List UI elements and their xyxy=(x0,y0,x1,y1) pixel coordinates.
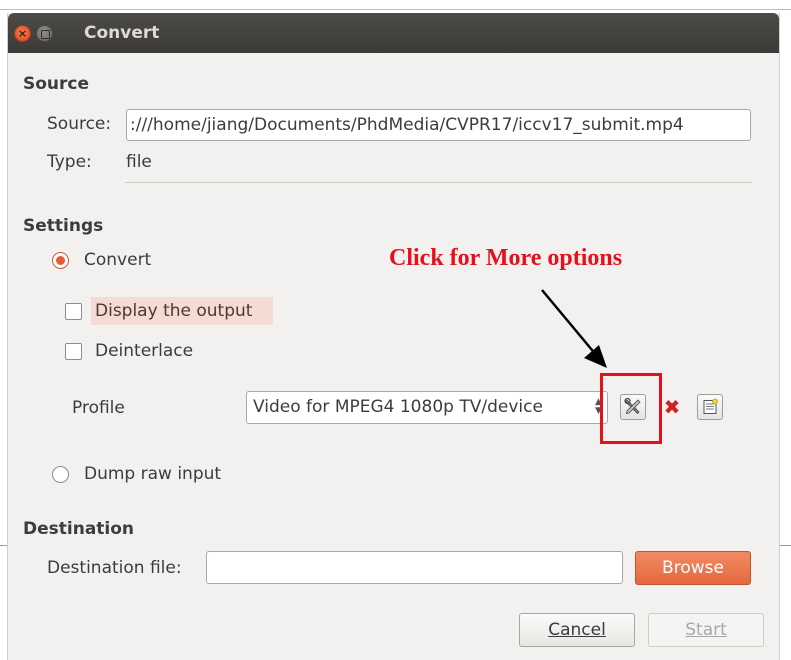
destination-heading: Destination xyxy=(23,519,135,539)
window-title: Convert xyxy=(84,23,160,43)
deinterlace-label[interactable]: Deinterlace xyxy=(95,341,193,361)
new-document-icon xyxy=(703,398,718,414)
close-window-icon[interactable]: × xyxy=(14,25,31,42)
type-value: file xyxy=(126,152,152,172)
display-output-checkbox[interactable] xyxy=(65,303,82,320)
source-separator xyxy=(125,182,752,183)
profile-label: Profile xyxy=(72,398,125,418)
source-path-input[interactable]: :///home/jiang/Documents/PhdMedia/CVPR17… xyxy=(126,109,751,141)
annotation-highlight-box xyxy=(600,373,662,444)
annotation-text: Click for More options xyxy=(389,245,623,271)
background-window-edge xyxy=(0,9,791,10)
browse-button[interactable]: Browse xyxy=(635,551,751,585)
profile-select[interactable]: Video for MPEG4 1080p TV/device ▲ ▼ xyxy=(246,391,608,424)
red-x-icon: ✖ xyxy=(663,395,681,419)
dump-raw-label[interactable]: Dump raw input xyxy=(84,464,221,484)
delete-profile-button[interactable]: ✖ xyxy=(659,394,685,420)
destination-file-label: Destination file: xyxy=(47,558,182,578)
background-window-edge xyxy=(0,545,7,546)
new-profile-button[interactable] xyxy=(697,394,723,420)
cancel-button[interactable]: Cancel xyxy=(519,613,635,647)
background-window-edge xyxy=(780,545,791,546)
type-label: Type: xyxy=(47,152,92,172)
deinterlace-checkbox[interactable] xyxy=(65,343,82,360)
destination-file-input[interactable] xyxy=(206,551,623,584)
start-label: Start xyxy=(685,620,727,640)
title-bar: × Convert xyxy=(8,13,779,53)
convert-dialog: × Convert Source Source: :///home/jiang/… xyxy=(7,13,780,660)
start-button[interactable]: Start xyxy=(648,613,764,647)
profile-select-value: Video for MPEG4 1080p TV/device xyxy=(253,397,543,417)
convert-radio-label[interactable]: Convert xyxy=(84,250,151,270)
maximize-window-icon[interactable] xyxy=(36,25,53,42)
cancel-label: Cancel xyxy=(548,620,606,640)
settings-heading: Settings xyxy=(23,216,104,236)
source-heading: Source xyxy=(23,74,90,94)
source-label: Source: xyxy=(47,114,112,134)
convert-radio[interactable] xyxy=(52,252,69,269)
display-output-label[interactable]: Display the output xyxy=(95,301,252,321)
dump-raw-radio[interactable] xyxy=(52,466,69,483)
